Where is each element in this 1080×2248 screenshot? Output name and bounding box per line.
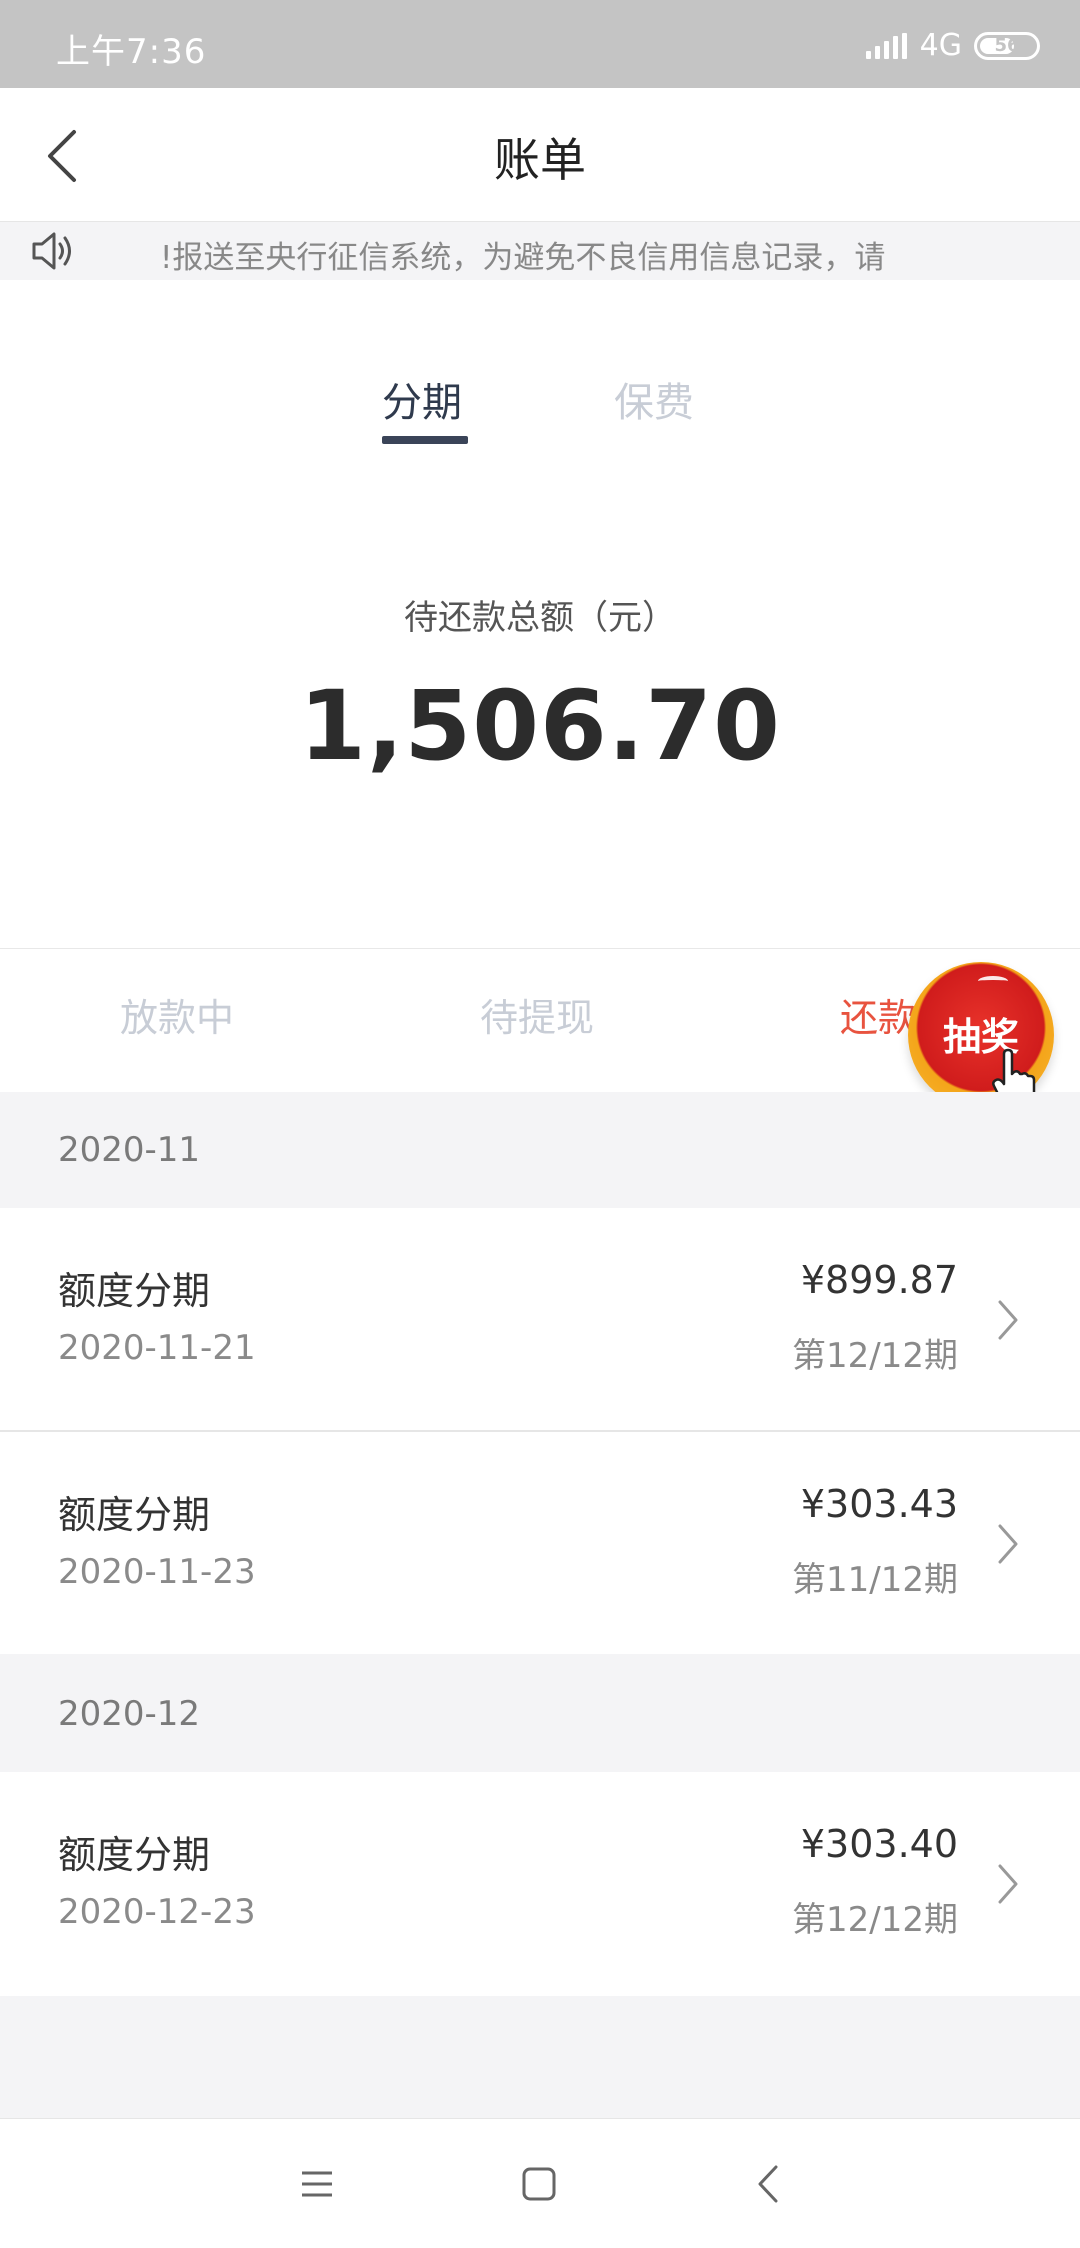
battery-text: 56 <box>994 35 1020 56</box>
total-due-amount: 1,506.70 <box>299 670 781 782</box>
nav-bar: 账单 <box>0 88 1080 222</box>
bill-amount: ¥303.40 <box>800 1822 958 1866</box>
month-header: 2020-11 <box>0 1092 1080 1208</box>
notice-bar[interactable]: !报送至央行征信系统，为避免不良信用信息记录，请 <box>0 222 1080 280</box>
bill-date: 2020-11-21 <box>58 1328 256 1368</box>
month-label: 2020-12 <box>58 1694 201 1734</box>
bill-row[interactable]: 额度分期 2020-11-21 ¥899.87 第12/12期 <box>0 1208 1080 1430</box>
bill-name: 额度分期 <box>58 1269 211 1313</box>
bill-row[interactable]: 额度分期 2020-12-23 ¥303.40 第12/12期 <box>0 1772 1080 1994</box>
subtab-pending-withdrawal[interactable]: 待提现 <box>480 987 594 1042</box>
tab-installment[interactable]: 分期 <box>382 370 462 428</box>
battery-icon: 56 <box>974 31 1040 60</box>
notice-text: !报送至央行征信系统，为避免不良信用信息记录，请 <box>160 240 886 276</box>
shine-decoration <box>978 976 1008 986</box>
back-icon[interactable] <box>744 2159 794 2209</box>
home-icon[interactable] <box>514 2159 564 2209</box>
page-title: 账单 <box>494 133 586 187</box>
bill-period: 第12/12期 <box>792 1900 958 1940</box>
system-nav-bar <box>0 2118 1080 2248</box>
subtab-repayment[interactable]: 还款 <box>840 987 916 1042</box>
bill-period: 第11/12期 <box>792 1560 958 1600</box>
list-footer-space <box>0 1996 1080 2118</box>
tab-active-indicator <box>382 436 468 444</box>
chevron-right-icon <box>998 1300 1018 1340</box>
bill-period: 第12/12期 <box>792 1336 958 1376</box>
signal-icon <box>865 32 908 59</box>
bill-date: 2020-11-23 <box>58 1552 256 1592</box>
speaker-icon <box>32 232 71 270</box>
month-label: 2020-11 <box>58 1130 201 1170</box>
tab-premium[interactable]: 保费 <box>614 370 694 428</box>
chevron-right-icon <box>998 1524 1018 1564</box>
bill-name: 额度分期 <box>58 1833 211 1877</box>
bill-amount: ¥303.43 <box>800 1482 958 1526</box>
network-type: 4G <box>919 28 962 63</box>
chevron-right-icon <box>998 1864 1018 1904</box>
status-time: 上午7:36 <box>56 32 207 72</box>
status-bar: 上午7:36 4G 56 <box>0 0 1080 88</box>
subtab-disbursing[interactable]: 放款中 <box>120 987 234 1042</box>
bill-row[interactable]: 额度分期 2020-11-23 ¥303.43 第11/12期 <box>0 1432 1080 1654</box>
bill-amount: ¥899.87 <box>800 1258 958 1302</box>
bill-name: 额度分期 <box>58 1493 211 1537</box>
tab-bar: 分期 保费 <box>0 360 1080 450</box>
bill-date: 2020-12-23 <box>58 1892 256 1932</box>
status-indicators: 4G 56 <box>865 28 1040 63</box>
month-header: 2020-12 <box>0 1654 1080 1772</box>
total-due-label: 待还款总额（元） <box>404 598 676 638</box>
menu-icon[interactable] <box>292 2159 342 2209</box>
lottery-button[interactable]: 抽奖 <box>908 962 1054 1108</box>
